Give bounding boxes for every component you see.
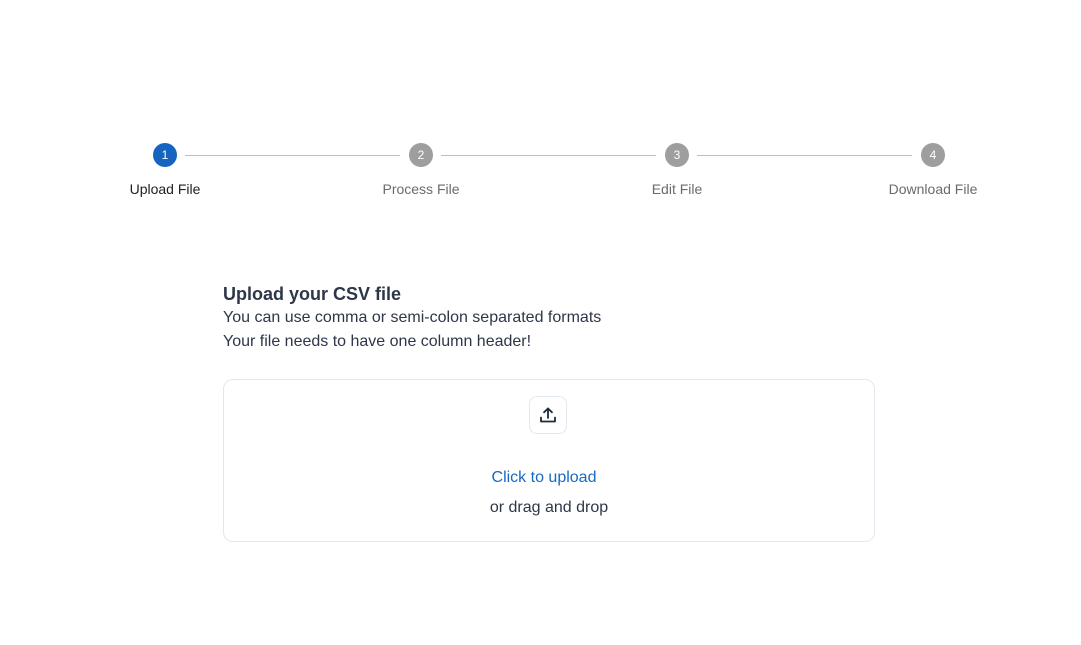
click-to-upload-link[interactable]: Click to upload xyxy=(224,468,864,488)
step-number: 3 xyxy=(665,143,689,167)
upload-icon[interactable] xyxy=(529,396,567,434)
step-label: Process File xyxy=(382,181,460,197)
step-number: 4 xyxy=(921,143,945,167)
step-label: Download File xyxy=(888,181,978,197)
step-process-file: 2 Process File xyxy=(341,143,501,197)
step-number: 2 xyxy=(409,143,433,167)
step-edit-file: 3 Edit File xyxy=(597,143,757,197)
step-label: Upload File xyxy=(129,181,201,197)
step-label: Edit File xyxy=(651,181,703,197)
upload-title: Upload your CSV file xyxy=(223,284,402,304)
step-download-file: 4 Download File xyxy=(853,143,1013,197)
stepper: 1 Upload File 2 Process File 3 Edit File… xyxy=(0,143,1081,213)
step-upload-file: 1 Upload File xyxy=(85,143,245,197)
upload-section: Upload your CSV file You can use comma o… xyxy=(223,282,875,354)
step-number: 1 xyxy=(153,143,177,167)
upload-description-line-2: Your file needs to have one column heade… xyxy=(223,333,532,350)
upload-description-line-1: You can use comma or semi-colon separate… xyxy=(223,309,602,326)
drag-and-drop-text: or drag and drop xyxy=(489,499,609,516)
file-dropzone[interactable]: Click to upload or drag and drop xyxy=(223,379,875,542)
